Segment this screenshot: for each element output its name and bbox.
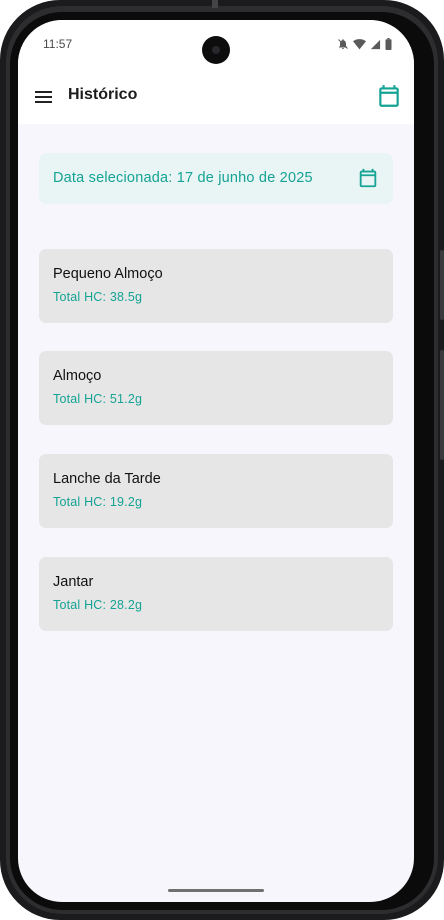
signal-icon — [370, 39, 381, 50]
volume-button — [440, 250, 444, 320]
calendar-icon — [359, 168, 377, 188]
calendar-button[interactable] — [376, 83, 402, 109]
screen: 11:57 Histórico Data selecionada: 17 de … — [18, 20, 414, 902]
meal-name: Almoço — [53, 368, 102, 384]
power-button — [440, 350, 444, 460]
status-icons — [337, 38, 392, 50]
status-time: 11:57 — [43, 37, 73, 51]
meal-card-jantar[interactable]: Jantar Total HC: 28.2g — [39, 557, 393, 631]
mute-icon — [337, 38, 349, 50]
battery-icon — [385, 38, 392, 50]
meal-name: Jantar — [53, 574, 94, 590]
date-selector[interactable]: Data selecionada: 17 de junho de 2025 — [39, 153, 393, 204]
app-bar: Histórico — [18, 70, 414, 124]
wifi-icon — [353, 38, 366, 50]
meal-card-pequeno-almoco[interactable]: Pequeno Almoço Total HC: 38.5g — [39, 249, 393, 323]
page-title: Histórico — [68, 86, 138, 103]
phone-frame: 11:57 Histórico Data selecionada: 17 de … — [0, 0, 444, 920]
meal-card-lanche-da-tarde[interactable]: Lanche da Tarde Total HC: 19.2g — [39, 454, 393, 528]
status-bar: 11:57 — [18, 20, 414, 70]
menu-button[interactable] — [32, 85, 56, 109]
selected-date-label: Data selecionada: 17 de junho de 2025 — [53, 170, 313, 186]
menu-icon — [35, 91, 52, 103]
meal-total-carbs: Total HC: 51.2g — [53, 392, 143, 406]
meal-total-carbs: Total HC: 19.2g — [53, 495, 143, 509]
phone-top-mark — [212, 0, 218, 8]
meal-name: Pequeno Almoço — [53, 266, 163, 282]
meal-card-almoco[interactable]: Almoço Total HC: 51.2g — [39, 351, 393, 425]
home-indicator[interactable] — [168, 889, 264, 892]
meal-total-carbs: Total HC: 28.2g — [53, 598, 143, 612]
front-camera — [202, 36, 230, 64]
calendar-icon — [379, 85, 399, 107]
meal-name: Lanche da Tarde — [53, 471, 161, 487]
meal-total-carbs: Total HC: 38.5g — [53, 290, 143, 304]
